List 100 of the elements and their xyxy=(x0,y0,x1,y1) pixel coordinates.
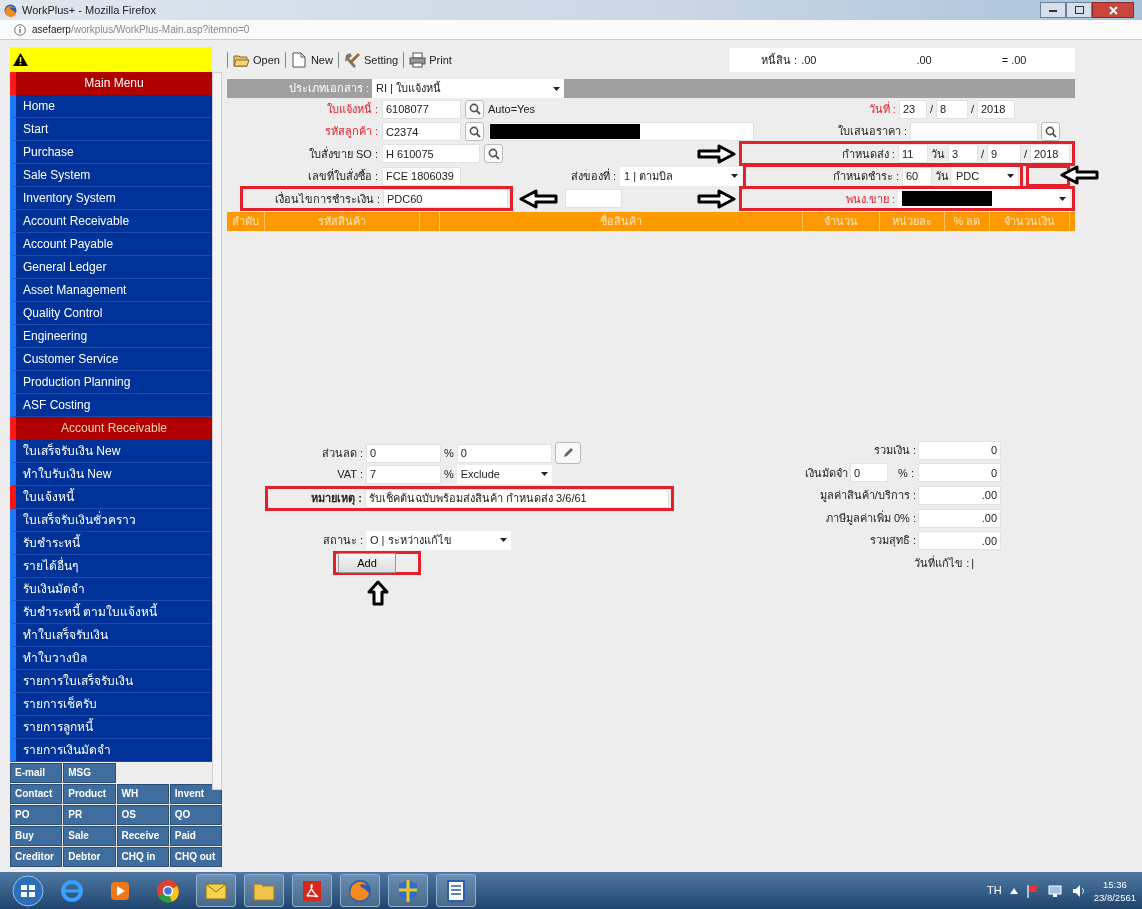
clock-date[interactable]: 23/8/2561 xyxy=(1093,890,1136,904)
vat-field[interactable]: 7 xyxy=(366,464,441,484)
shortcut-button[interactable]: WH xyxy=(116,784,169,804)
ship-to-select[interactable]: 1 | ตามบิล xyxy=(620,166,742,186)
scrollbar[interactable] xyxy=(212,72,222,790)
maximize-button[interactable] xyxy=(1066,2,1092,18)
month-field[interactable]: 9 xyxy=(986,144,1021,164)
remark-field[interactable]: รับเช็คต้นฉบับพร้อมส่งสินค้า กำหนดส่ง 3/6/61 xyxy=(365,488,669,508)
discount-percent-field[interactable]: 0 xyxy=(456,443,552,463)
taskbar-button[interactable] xyxy=(436,874,476,907)
search-button[interactable] xyxy=(465,99,484,119)
day-field[interactable]: 3 xyxy=(947,144,978,164)
quotation-field[interactable] xyxy=(910,122,1038,142)
flag-icon[interactable] xyxy=(1025,883,1040,898)
discount-field[interactable]: 0 xyxy=(366,443,441,463)
menu-item[interactable]: รายการเงินมัดจำ xyxy=(10,739,212,762)
address-url[interactable]: asefaerp/workplus/WorkPlus-Main.asp?itemno=0 xyxy=(32,22,250,37)
customer-name-field[interactable] xyxy=(488,122,754,142)
month-field[interactable]: 8 xyxy=(935,99,968,119)
menu-item[interactable]: รับชำระหนี้ ตามใบแจ้งหนี้ xyxy=(10,601,212,624)
shortcut-button[interactable]: OS xyxy=(116,805,169,825)
search-button[interactable] xyxy=(484,144,503,164)
days-field[interactable]: 60 xyxy=(902,166,932,186)
total-field[interactable]: .00 xyxy=(918,531,1001,551)
edit-button[interactable] xyxy=(554,442,581,465)
info-icon[interactable] xyxy=(14,23,26,36)
menu-item[interactable]: Account Receivable xyxy=(10,210,212,233)
shortcut-button[interactable]: Debtor xyxy=(63,847,116,867)
po-number-field[interactable]: FCE 1806039 xyxy=(382,166,461,186)
sales-order-field[interactable]: H 610075 xyxy=(382,144,480,164)
search-button[interactable] xyxy=(1041,122,1060,142)
payment-terms-field[interactable]: PDC60 xyxy=(383,189,508,209)
shortcut-button[interactable]: E-mail xyxy=(10,763,63,783)
payment-type-select[interactable]: PDC xyxy=(952,166,1018,186)
menu-item[interactable]: รายได้อื่นๆ xyxy=(10,555,212,578)
menu-item[interactable]: Production Planning xyxy=(10,371,212,394)
shortcut-button[interactable]: Contact xyxy=(10,784,63,804)
status-select[interactable]: O | ระหว่างแก้ไข xyxy=(366,530,511,550)
menu-item[interactable]: ใบเสร็จรับเงิน New xyxy=(10,440,212,463)
menu-item[interactable]: ใบแจ้งหนี้ xyxy=(10,486,212,509)
shortcut-button[interactable]: Paid xyxy=(169,826,222,846)
days-field[interactable]: 11 xyxy=(897,144,928,164)
close-button[interactable] xyxy=(1092,2,1134,18)
menu-item[interactable]: รายการเช็ครับ xyxy=(10,693,212,716)
toolbar-button[interactable]: Print xyxy=(403,51,457,69)
shortcut-button[interactable]: CHQ in xyxy=(116,847,169,867)
menu-item[interactable]: ทำใบเสร็จรับเงิน xyxy=(10,624,212,647)
reference-field[interactable] xyxy=(565,189,622,209)
language-indicator[interactable]: TH xyxy=(987,882,1002,899)
taskbar-button[interactable] xyxy=(292,874,332,907)
shortcut-button[interactable]: Creditor xyxy=(10,847,63,867)
total-field[interactable]: 0 xyxy=(918,463,1001,483)
menu-item[interactable]: Purchase xyxy=(10,141,212,164)
menu-item[interactable]: รับชำระหนี้ xyxy=(10,532,212,555)
total-field[interactable]: 0 xyxy=(918,440,1001,460)
menu-item[interactable]: Customer Service xyxy=(10,348,212,371)
menu-item[interactable]: Asset Management xyxy=(10,279,212,302)
salesperson-select[interactable] xyxy=(898,189,1070,209)
shortcut-button[interactable]: Invent xyxy=(169,784,222,804)
menu-item[interactable]: Sale System xyxy=(10,164,212,187)
menu-item[interactable]: รายการใบเสร็จรับเงิน xyxy=(10,670,212,693)
menu-item[interactable]: ใบเสร็จรับเงินชั่วคราว xyxy=(10,509,212,532)
invoice-number-field[interactable]: 6108077 xyxy=(382,99,461,119)
volume-icon[interactable] xyxy=(1071,883,1086,898)
clock-time[interactable]: 15:36 xyxy=(1093,877,1136,891)
menu-item[interactable]: ทำใบรับเงิน New xyxy=(10,463,212,486)
tray-expand-icon[interactable] xyxy=(1009,887,1018,894)
menu-item[interactable]: ทำใบวางบิล xyxy=(10,647,212,670)
total-field[interactable]: .00 xyxy=(918,508,1001,528)
network-icon[interactable] xyxy=(1047,883,1064,898)
shortcut-button[interactable]: CHQ out xyxy=(169,847,222,867)
minimize-button[interactable] xyxy=(1040,2,1066,18)
menu-item[interactable]: Engineering xyxy=(10,325,212,348)
shortcut-button[interactable]: PR xyxy=(63,805,116,825)
shortcut-button[interactable]: QO xyxy=(169,805,222,825)
shortcut-button[interactable]: Sale xyxy=(63,826,116,846)
menu-item[interactable]: รายการลูกหนี้ xyxy=(10,716,212,739)
shortcut-button[interactable]: Receive xyxy=(116,826,169,846)
deposit-field[interactable]: 0 xyxy=(850,463,889,483)
year-field[interactable]: 2018 xyxy=(977,99,1015,119)
customer-code-field[interactable]: C2374 xyxy=(382,122,461,142)
toolbar-button[interactable]: Open xyxy=(227,51,285,69)
menu-item[interactable]: ASF Costing xyxy=(10,394,212,417)
year-field[interactable]: 2018 xyxy=(1030,144,1070,164)
vat-mode-select[interactable]: Exclude xyxy=(456,464,552,484)
start-button[interactable] xyxy=(12,874,44,907)
shortcut-button[interactable]: Product xyxy=(63,784,116,804)
menu-item[interactable]: Account Payable xyxy=(10,233,212,256)
menu-item[interactable]: Quality Control xyxy=(10,302,212,325)
taskbar-button[interactable] xyxy=(196,874,236,907)
menu-item[interactable]: General Ledger xyxy=(10,256,212,279)
total-field[interactable]: .00 xyxy=(918,485,1001,505)
day-field[interactable]: 23 xyxy=(898,99,927,119)
menu-item[interactable]: Home xyxy=(10,95,212,118)
add-button[interactable]: Add xyxy=(338,553,396,574)
menu-item[interactable]: Inventory System xyxy=(10,187,212,210)
menu-item[interactable]: Start xyxy=(10,118,212,141)
shortcut-button[interactable]: PO xyxy=(10,805,63,825)
document-type-select[interactable]: RI | ใบแจ้งหนี้ xyxy=(372,79,564,98)
menu-item[interactable]: รับเงินมัดจำ xyxy=(10,578,212,601)
